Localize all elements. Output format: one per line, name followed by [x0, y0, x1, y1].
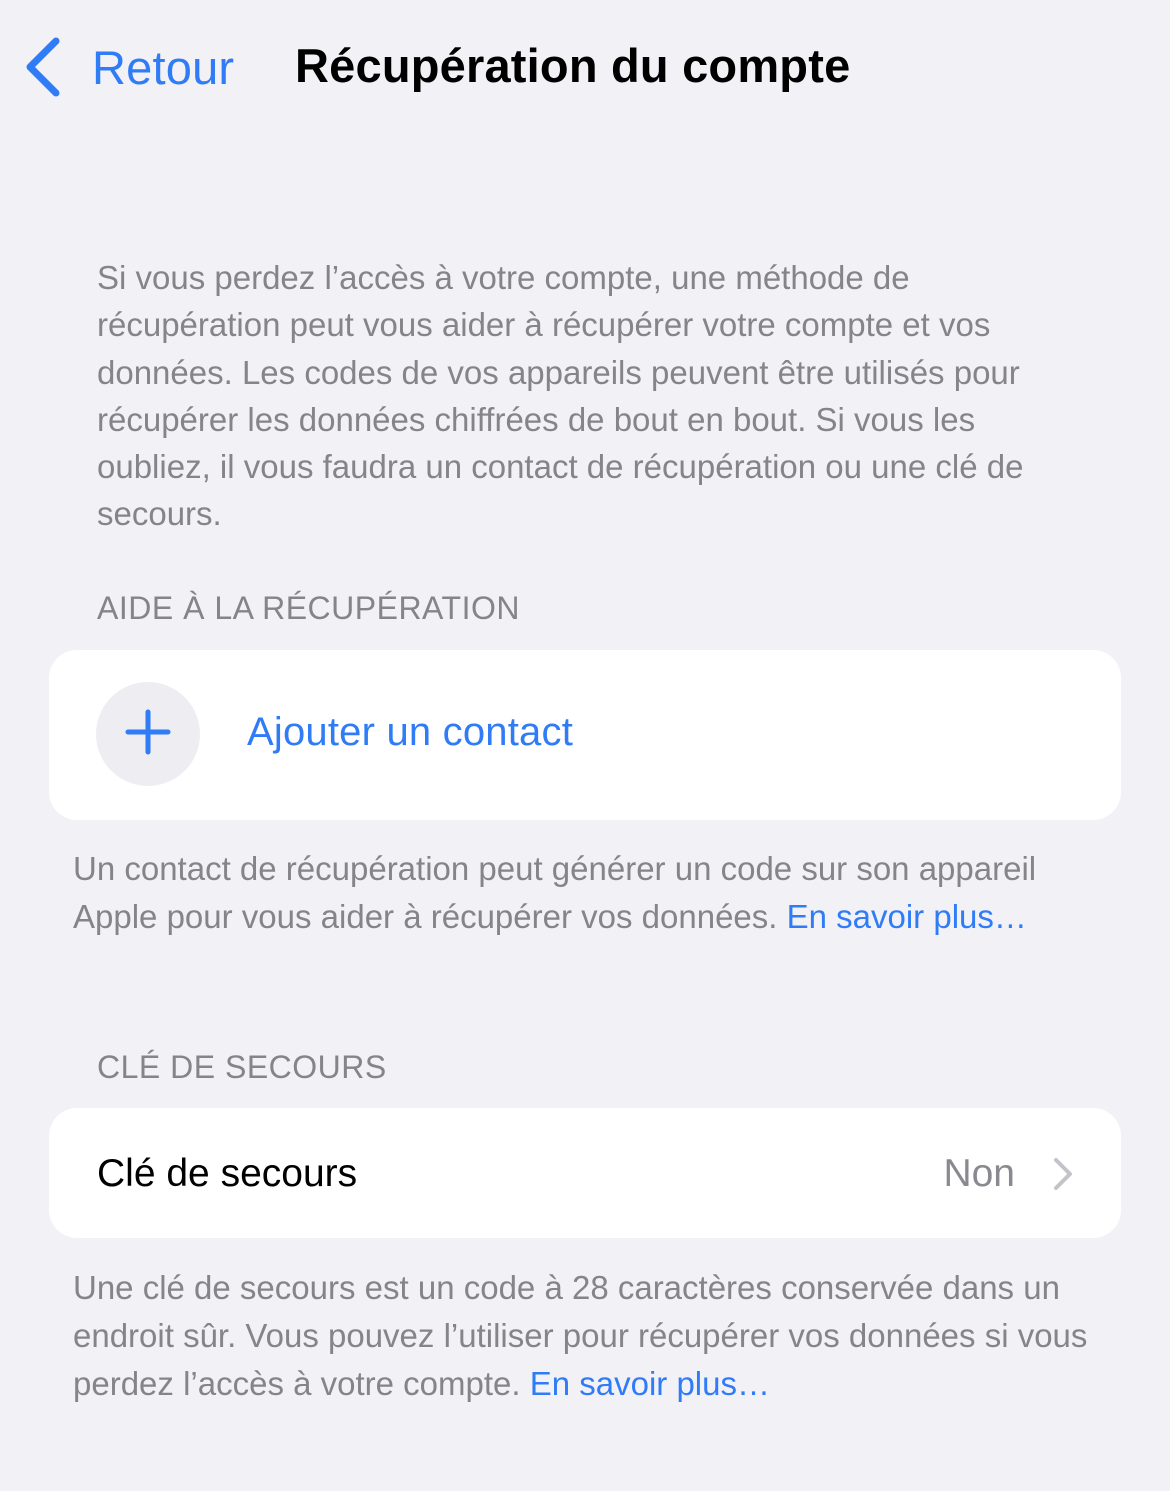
back-button-label: Retour: [92, 40, 235, 94]
recovery-contact-footnote: Un contact de récupération peut générer …: [73, 845, 1103, 941]
recovery-key-value: Non: [943, 1152, 1015, 1195]
intro-text: Si vous perdez l’accès à votre compte, u…: [97, 259, 1024, 533]
recovery-key-footnote: Une clé de secours est un code à 28 cara…: [73, 1264, 1103, 1408]
navigation-bar: Retour Récupération du compte: [0, 0, 1170, 140]
recovery-key-label: Clé de secours: [97, 1152, 358, 1195]
add-contact-icon-circle: [96, 682, 200, 786]
chevron-right-icon: [1053, 1157, 1073, 1196]
learn-more-link-contact[interactable]: En savoir plus…: [787, 898, 1027, 935]
add-contact-button[interactable]: Ajouter un contact: [49, 650, 1121, 820]
chevron-left-icon: [22, 36, 62, 98]
learn-more-link-key[interactable]: En savoir plus…: [530, 1365, 770, 1402]
section-header-recovery-assistance: AIDE À LA RÉCUPÉRATION: [97, 590, 520, 626]
add-contact-label: Ajouter un contact: [247, 710, 574, 754]
back-button[interactable]: Retour: [22, 32, 234, 102]
recovery-key-row[interactable]: Clé de secours Non: [49, 1108, 1121, 1238]
page-title: Récupération du compte: [295, 39, 851, 92]
section-header-recovery-key: CLÉ DE SECOURS: [97, 1049, 387, 1085]
plus-icon: [125, 709, 171, 760]
